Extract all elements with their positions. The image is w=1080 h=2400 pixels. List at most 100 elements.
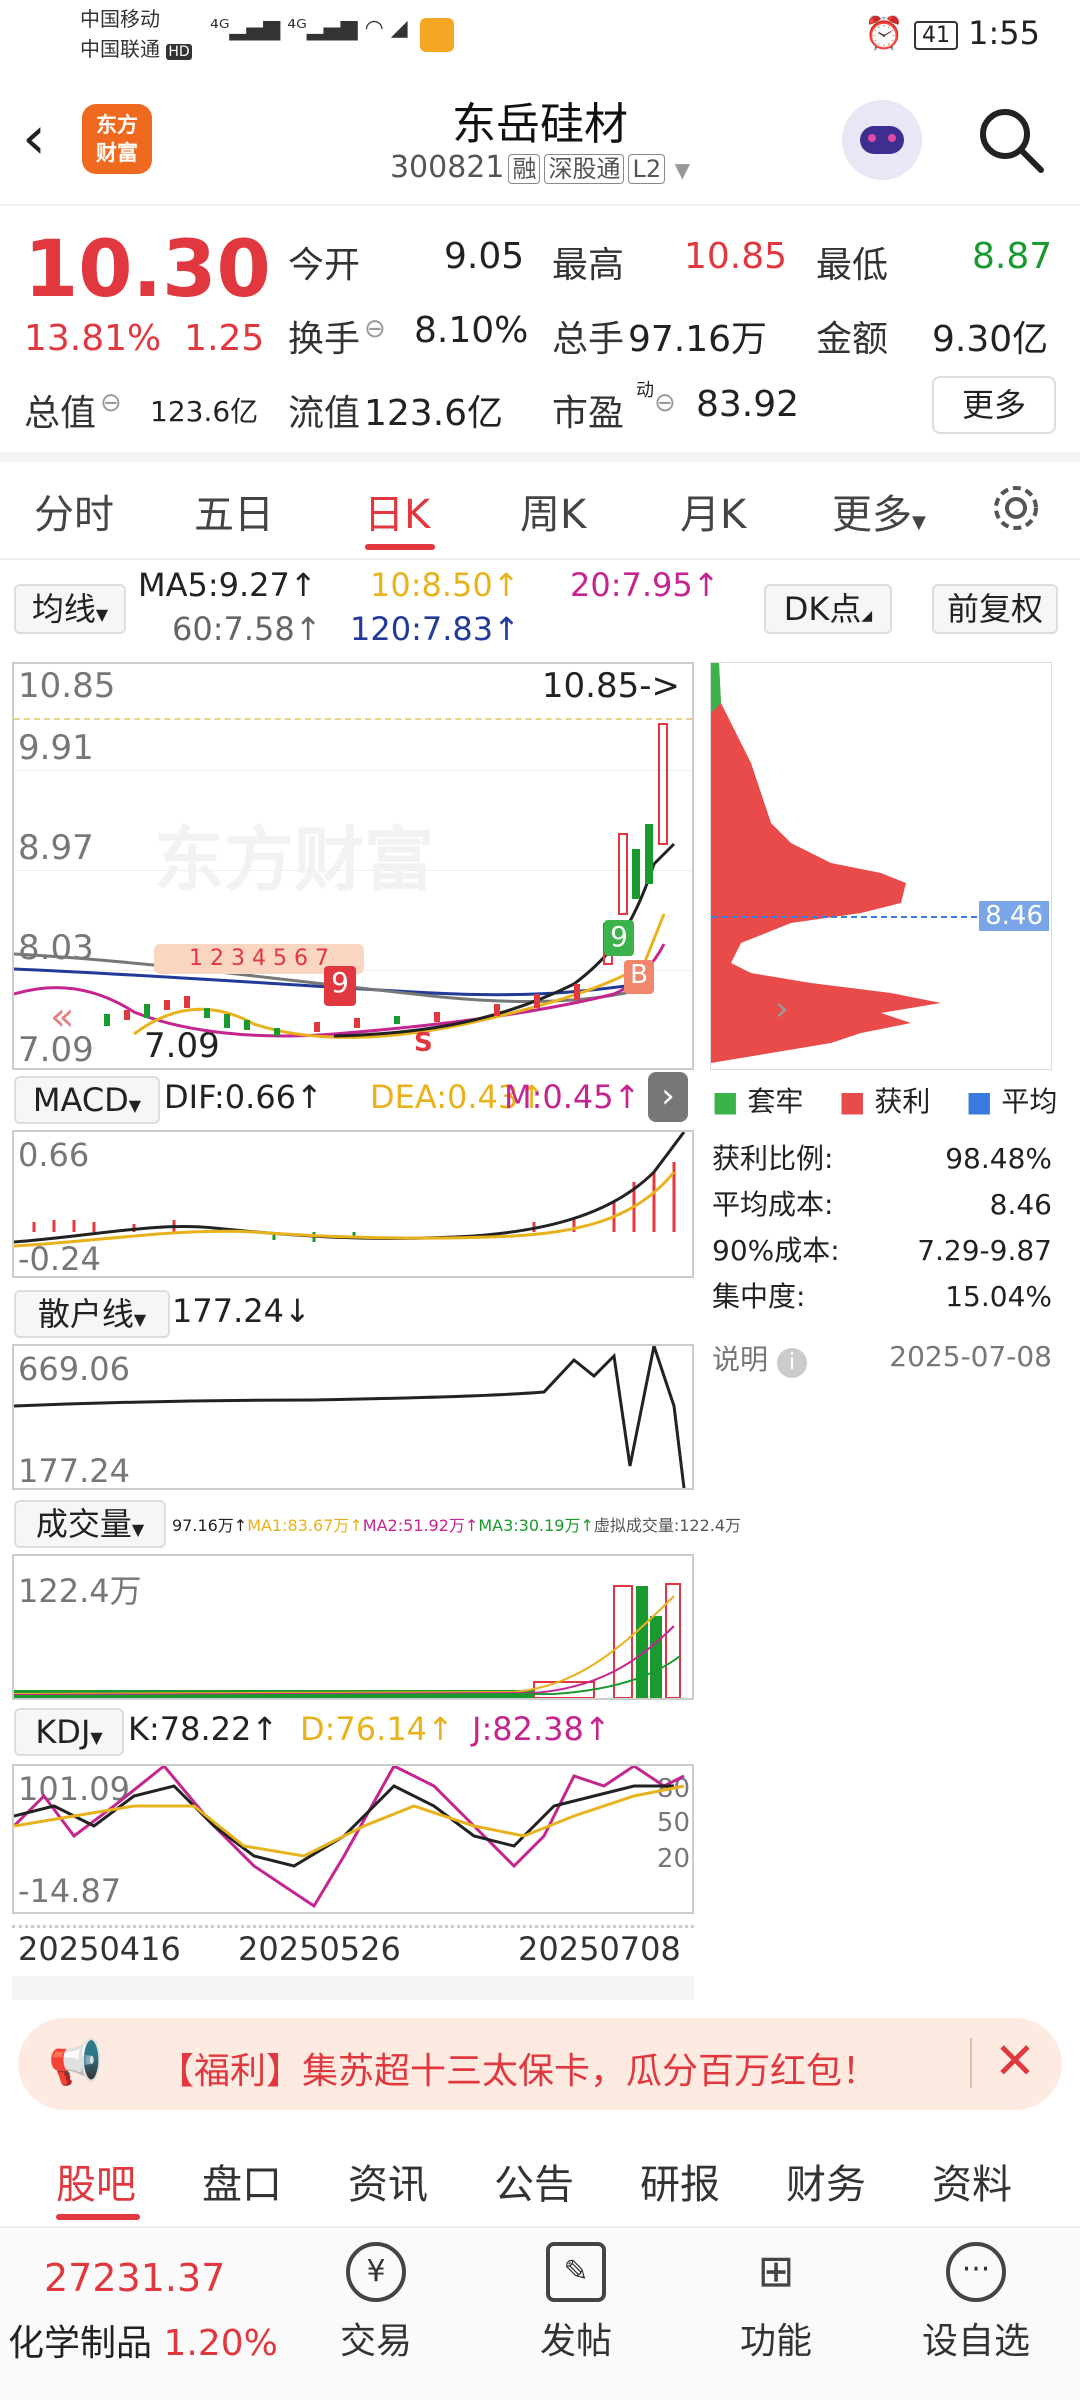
high-label: 最高 — [552, 245, 625, 286]
functions-button[interactable]: ⊞ 功能 — [706, 2242, 846, 2364]
kdj-chart[interactable]: 101.09 -14.87 80 50 20 — [12, 1764, 694, 1914]
date-label-3: 20250708 — [518, 1930, 681, 1968]
tag-l2: L2 — [628, 154, 666, 184]
info-icon[interactable]: ⊖ — [364, 314, 386, 344]
ma120-value: 120:7.83↑ — [350, 610, 520, 648]
tab-daily-k[interactable]: 日K — [364, 482, 430, 540]
retail-plot — [14, 1346, 686, 1488]
adjust-mode-button[interactable]: 前复权 — [932, 584, 1058, 634]
carrier-2: 中国联通 — [80, 37, 160, 61]
add-watchlist-button[interactable]: ··· 设自选 — [906, 2242, 1046, 2364]
kline-chart[interactable]: 东方财富 10.85 10.85-> 9.91 8.97 8.03 7.09 7… — [12, 662, 694, 1070]
signal-icon: ⁴ᴳ▂▄▆ ⁴ᴳ▂▄▆ ◠ ◢ — [210, 16, 408, 41]
close-icon[interactable]: ✕ — [994, 2032, 1036, 2090]
trade-button[interactable]: ¥ 交易 — [306, 2242, 446, 2364]
more-quote-button[interactable]: 更多 — [932, 376, 1056, 434]
retail-line-value: 177.24↓ — [172, 1292, 311, 1330]
status-bar-right: ⏰ 41 1:55 — [864, 14, 1040, 52]
volume-label: 总手 — [552, 319, 625, 360]
tag-connect: 深股通 — [544, 154, 625, 184]
search-icon[interactable] — [975, 104, 1047, 176]
promo-banner[interactable]: 📢 【福利】集苏超十三太保卡，瓜分百万红包！ ✕ — [18, 2018, 1062, 2110]
info-icon[interactable]: ⊖ — [100, 388, 122, 418]
turnover-label: 换手 — [288, 319, 361, 360]
dif-value: DIF:0.66↑ — [164, 1078, 323, 1116]
chip-note[interactable]: 说明 i — [712, 1338, 807, 1378]
add-watchlist-label: 设自选 — [921, 2321, 1030, 2362]
pe-superscript: 动 — [636, 380, 654, 401]
active-tab-underline — [56, 2214, 140, 2220]
pe-label: 市盈 — [552, 393, 625, 434]
stock-name: 东岳硅材 — [452, 99, 628, 150]
stock-code-row[interactable]: 300821 融深股通 L2 ▼ — [340, 150, 740, 185]
tab-intraday[interactable]: 分时 — [34, 482, 114, 540]
triangle-down-icon: ▼ — [128, 1096, 142, 1115]
carrier-1: 中国移动 — [80, 7, 160, 31]
d-value: D:76.14↑ — [300, 1710, 454, 1748]
chip-stats: 获利比例: 98.48% 平均成本: 8.46 90%成本: 7.29-9.87 集中… — [712, 1136, 1052, 1320]
info-circle-icon: i — [776, 1348, 807, 1378]
alarm-icon: ⏰ — [863, 14, 904, 52]
ma-selector[interactable]: 均线▼ — [14, 584, 126, 634]
avg-cost-marker: 8.46 — [979, 901, 1049, 931]
chip-stat-row: 获利比例: 98.48% — [712, 1142, 1052, 1175]
kdj-selector[interactable]: KDJ▼ — [14, 1708, 124, 1756]
tab-more-label: 更多 — [832, 492, 912, 538]
macd-selector[interactable]: MACD▼ — [14, 1076, 160, 1124]
back-button[interactable]: ‹ — [22, 108, 62, 168]
tab-profile[interactable]: 资料 — [932, 2152, 1012, 2210]
volume-plot — [14, 1583, 681, 1698]
ma10-value: 10:8.50↑ — [370, 566, 520, 604]
tab-monthly-k[interactable]: 月K — [680, 482, 746, 540]
tab-news[interactable]: 资讯 — [348, 2152, 428, 2210]
settings-gear-icon[interactable] — [990, 482, 1042, 534]
ma60-value: 60:7.58↑ — [172, 610, 322, 648]
buy-signal-marker: B — [624, 960, 654, 994]
sector-index-row[interactable]: 化学制品 1.20% — [8, 2314, 278, 2366]
tab-weekly-k[interactable]: 周K — [520, 482, 586, 540]
chevron-right-icon[interactable]: › — [775, 989, 789, 1029]
tab-pankou[interactable]: 盘口 — [202, 2152, 282, 2210]
td-nine-up-marker: 9 — [604, 920, 634, 956]
bottom-content-tabs: 股吧 盘口 资讯 公告 研报 财务 资料 — [0, 2140, 1080, 2230]
tab-guba[interactable]: 股吧 — [56, 2152, 136, 2210]
ma-label: 均线 — [31, 590, 96, 628]
chip-stat-row: 集中度: 15.04% — [712, 1280, 1052, 1313]
active-tab-underline — [365, 544, 435, 550]
chip-legend: ■ 套牢 ■ 获利 ■ 平均 — [712, 1085, 1058, 1118]
bottom-toolbar: 27231.37 化学制品 1.20% ¥ 交易 ✎ 发帖 ⊞ 功能 ··· 设… — [0, 2226, 1080, 2400]
volume-chart[interactable]: 122.4万 — [12, 1554, 694, 1700]
k-value: K:78.22↑ — [128, 1710, 279, 1748]
retail-line-selector[interactable]: 散户线▼ — [14, 1290, 170, 1338]
robot-assistant-icon[interactable] — [842, 100, 922, 180]
sector-index-value[interactable]: 27231.37 — [44, 2256, 225, 2300]
tab-more[interactable]: 更多▼ — [832, 482, 926, 540]
post-button[interactable]: ✎ 发帖 — [506, 2242, 646, 2364]
tab-research[interactable]: 研报 — [640, 2152, 720, 2210]
chart-bottom-strip — [12, 1976, 694, 2000]
tab-announcement[interactable]: 公告 — [494, 2152, 574, 2210]
volume-selector[interactable]: 成交量▼ — [14, 1500, 166, 1548]
tab-5day[interactable]: 五日 — [194, 482, 274, 540]
app-logo[interactable]: 东方 财富 — [82, 104, 152, 174]
td-nine-marker: 9 — [324, 966, 356, 1006]
triangle-down-icon: ▼ — [131, 1520, 145, 1539]
chevron-left-double-icon[interactable]: « — [50, 994, 74, 1040]
chip-stat-row: 平均成本: 8.46 — [712, 1188, 1052, 1221]
chip-distribution-chart[interactable]: 8.46 › — [710, 662, 1052, 1070]
info-icon[interactable]: ⊖ — [654, 388, 676, 418]
functions-label: 功能 — [739, 2321, 812, 2362]
macd-chart[interactable]: 0.66 -0.24 — [12, 1130, 694, 1278]
expand-right-icon[interactable]: › — [648, 1072, 688, 1122]
tab-finance[interactable]: 财务 — [786, 2152, 866, 2210]
float-value: 123.6亿 — [364, 393, 504, 434]
price-change: 13.81% 1.25 — [24, 318, 264, 359]
chip-date: 2025-07-08 — [889, 1340, 1052, 1373]
mcap-label: 总值 — [24, 393, 97, 434]
notification-icon — [420, 18, 454, 52]
dk-point-button[interactable]: DK点◢ — [764, 584, 892, 634]
logo-line-2: 财富 — [96, 141, 138, 165]
triangle-down-icon: ▼ — [90, 1728, 103, 1747]
legend-profit: 获利 — [874, 1085, 931, 1118]
retail-line-chart[interactable]: 669.06 177.24 — [12, 1344, 694, 1490]
